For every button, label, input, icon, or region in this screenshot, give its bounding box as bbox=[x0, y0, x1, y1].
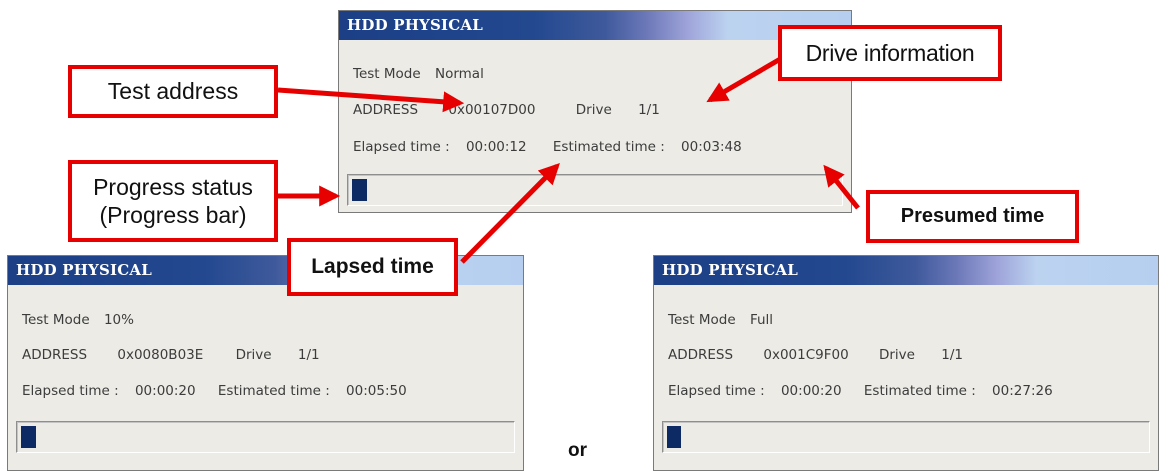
test-mode-value: 10% bbox=[103, 312, 134, 328]
callout-progress-status-line1: Progress status bbox=[93, 174, 253, 200]
callout-presumed-time-text: Presumed time bbox=[900, 205, 1045, 227]
test-mode-row: Test Mode 10% bbox=[22, 312, 134, 328]
estimated-value: 00:03:48 bbox=[681, 139, 742, 155]
address-value: 0x001C9F00 bbox=[763, 347, 849, 363]
address-label: ADDRESS bbox=[353, 102, 419, 118]
window-title: HDD PHYSICAL bbox=[339, 11, 851, 40]
callout-lapsed-time: Lapsed time bbox=[287, 238, 458, 296]
test-mode-label: Test Mode bbox=[668, 312, 736, 328]
estimated-label: Estimated time : bbox=[863, 383, 976, 399]
elapsed-label: Elapsed time : bbox=[22, 383, 119, 399]
drive-label: Drive bbox=[878, 347, 915, 363]
elapsed-value: 00:00:12 bbox=[465, 139, 527, 155]
hdd-physical-window-normal: HDD PHYSICAL Test Mode Normal ADDRESS 0x… bbox=[338, 10, 852, 213]
time-row: Elapsed time : 00:00:20 Estimated time :… bbox=[22, 383, 407, 399]
callout-drive-information: Drive information bbox=[778, 25, 1002, 81]
address-label: ADDRESS bbox=[668, 347, 734, 363]
address-value: 0x0080B03E bbox=[117, 347, 204, 363]
callout-test-address-text: Test address bbox=[107, 78, 239, 104]
progress-bar bbox=[662, 421, 1150, 453]
time-row: Elapsed time : 00:00:20 Estimated time :… bbox=[668, 383, 1053, 399]
progress-bar bbox=[347, 174, 843, 206]
test-mode-row: Test Mode Normal bbox=[353, 66, 484, 82]
test-mode-label: Test Mode bbox=[22, 312, 90, 328]
callout-drive-information-text: Drive information bbox=[805, 39, 975, 66]
time-row: Elapsed time : 00:00:12 Estimated time :… bbox=[353, 139, 742, 155]
callout-presumed-time: Presumed time bbox=[866, 190, 1079, 243]
test-mode-row: Test Mode Full bbox=[668, 312, 773, 328]
hdd-physical-window-full: HDD PHYSICAL Test Mode Full ADDRESS 0x00… bbox=[653, 255, 1159, 471]
address-row: ADDRESS 0x001C9F00 Drive 1/1 bbox=[668, 347, 963, 363]
or-separator: or bbox=[568, 440, 587, 461]
callout-test-address: Test address bbox=[68, 65, 278, 118]
test-mode-label: Test Mode bbox=[353, 66, 421, 82]
estimated-value: 00:27:26 bbox=[992, 383, 1053, 399]
estimated-label: Estimated time : bbox=[552, 139, 665, 155]
drive-label: Drive bbox=[235, 347, 272, 363]
address-row: ADDRESS 0x00107D00 Drive 1/1 bbox=[353, 102, 660, 118]
address-value: 0x00107D00 bbox=[448, 102, 536, 118]
progress-fill bbox=[352, 179, 367, 201]
elapsed-value: 00:00:20 bbox=[134, 383, 196, 399]
drive-value: 1/1 bbox=[638, 102, 660, 118]
callout-lapsed-time-text: Lapsed time bbox=[311, 255, 434, 278]
address-label: ADDRESS bbox=[22, 347, 88, 363]
callout-progress-status-line2: (Progress bar) bbox=[99, 202, 247, 228]
estimated-value: 00:05:50 bbox=[346, 383, 407, 399]
elapsed-value: 00:00:20 bbox=[780, 383, 842, 399]
estimated-label: Estimated time : bbox=[217, 383, 330, 399]
elapsed-label: Elapsed time : bbox=[668, 383, 765, 399]
progress-fill bbox=[667, 426, 681, 448]
progress-fill bbox=[21, 426, 36, 448]
window-title: HDD PHYSICAL bbox=[654, 256, 1158, 285]
elapsed-label: Elapsed time : bbox=[353, 139, 450, 155]
drive-label: Drive bbox=[575, 102, 612, 118]
address-row: ADDRESS 0x0080B03E Drive 1/1 bbox=[22, 347, 320, 363]
test-mode-value: Normal bbox=[434, 66, 484, 82]
test-mode-value: Full bbox=[749, 312, 774, 328]
drive-value: 1/1 bbox=[941, 347, 964, 363]
drive-value: 1/1 bbox=[297, 347, 320, 363]
progress-bar bbox=[16, 421, 515, 453]
callout-progress-status: Progress status (Progress bar) bbox=[68, 160, 278, 242]
